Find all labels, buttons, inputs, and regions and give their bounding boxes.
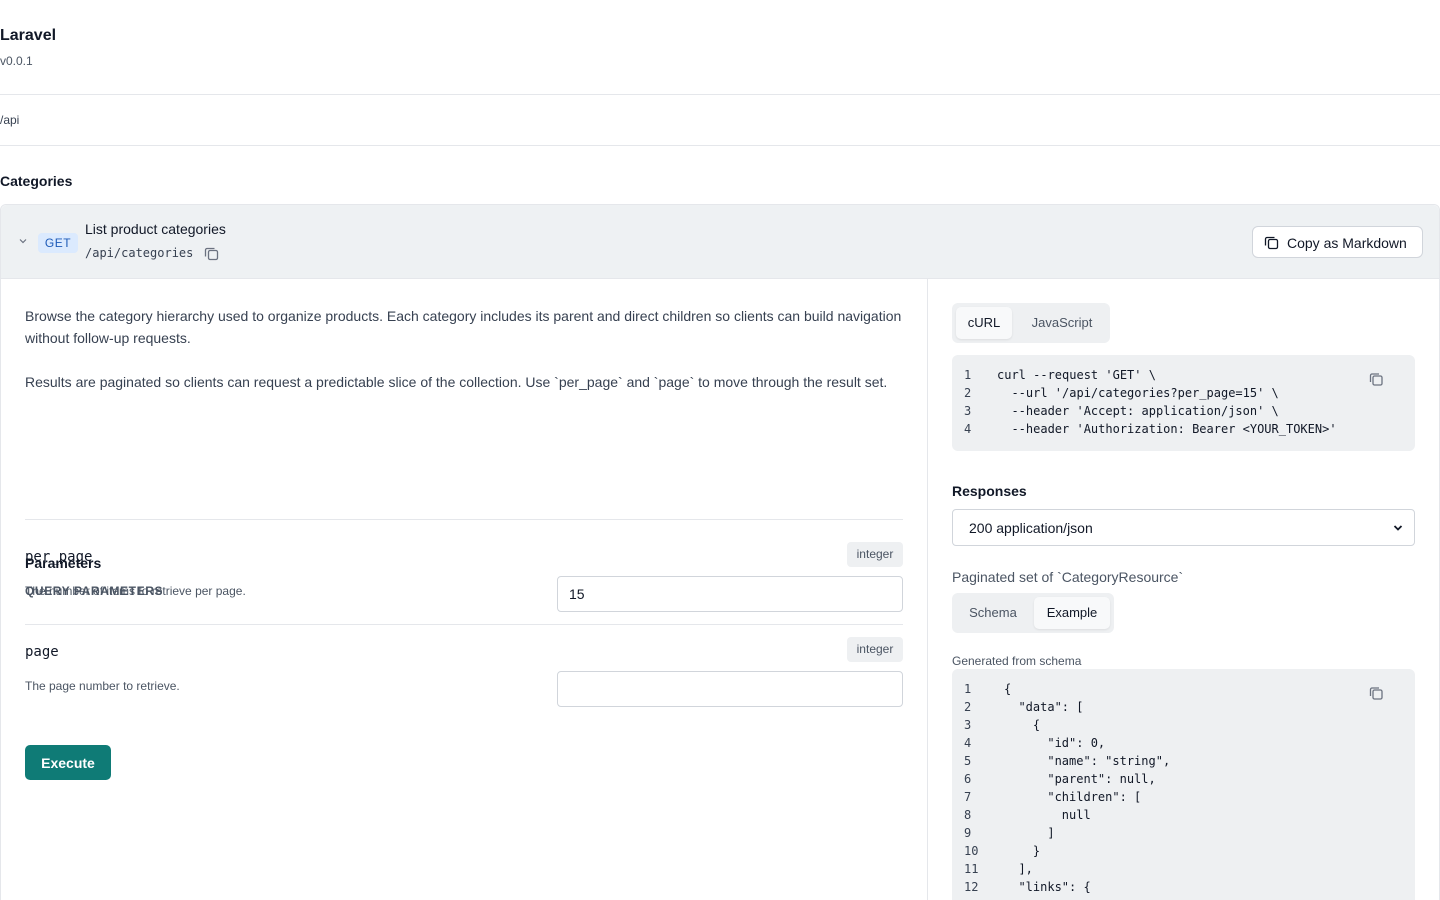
tab-schema[interactable]: Schema (956, 597, 1030, 629)
response-type-select[interactable]: 200 application/json (952, 509, 1415, 546)
code-text: } (1004, 844, 1041, 858)
param-name: page (25, 644, 59, 660)
line-number: 7 (964, 790, 972, 804)
description-paragraph: Browse the category hierarchy used to or… (25, 308, 902, 346)
endpoint-details: Browse the category hierarchy used to or… (1, 279, 928, 900)
code-text: curl --request 'GET' \ (997, 368, 1156, 382)
app-version: v0.0.1 (0, 54, 33, 68)
code-line: 2 "data": [ (952, 698, 1352, 716)
responses-title: Responses (952, 483, 1027, 499)
endpoint-summary: List product categories (85, 221, 226, 237)
line-number: 2 (964, 700, 972, 714)
code-line: 11 ], (952, 860, 1352, 878)
app-header: Laravel v0.0.1 (0, 0, 1440, 95)
copy-as-markdown-label: Copy as Markdown (1287, 235, 1407, 251)
param-type-badge: integer (847, 542, 903, 567)
code-line: 1 curl --request 'GET' \ (952, 366, 1352, 384)
code-line: 2 --url '/api/categories?per_page=15' \ (952, 384, 1352, 402)
line-number: 4 (964, 422, 972, 436)
line-number: 10 (964, 844, 979, 858)
endpoint-card: GET List product categories /api/categor… (0, 204, 1440, 900)
tab-curl[interactable]: cURL (956, 307, 1012, 339)
execute-button[interactable]: Execute (25, 745, 111, 780)
code-text: { (1004, 682, 1012, 696)
copy-icon (1264, 236, 1279, 250)
endpoint-path: /api/categories (85, 246, 194, 260)
chevron-down-icon (1393, 525, 1403, 531)
section-title: Categories (0, 173, 73, 189)
code-line: 1{ (952, 680, 1352, 698)
copy-as-markdown-button[interactable]: Copy as Markdown (1252, 226, 1423, 258)
response-description: Paginated set of `CategoryResource` (952, 569, 1184, 585)
copy-icon[interactable] (1364, 367, 1389, 392)
copy-icon[interactable] (1364, 681, 1389, 706)
line-number: 3 (964, 718, 972, 732)
param-type-badge: integer (847, 637, 903, 662)
code-text: "children": [ (1004, 790, 1142, 804)
line-number: 9 (964, 826, 972, 840)
endpoint-header[interactable]: GET List product categories /api/categor… (1, 205, 1439, 279)
line-number: 2 (964, 386, 972, 400)
line-number: 1 (964, 368, 972, 382)
code-text: --header 'Accept: application/json' \ (997, 404, 1279, 418)
code-text: "name": "string", (1004, 754, 1171, 768)
code-text: "data": [ (1004, 700, 1084, 714)
line-number: 8 (964, 808, 972, 822)
line-number: 5 (964, 754, 972, 768)
code-text: ] (1004, 826, 1055, 840)
param-description: The page number to retrieve. (25, 679, 180, 693)
line-number: 1 (964, 682, 972, 696)
generated-note: Generated from schema (952, 654, 1082, 668)
response-type-value: 200 application/json (969, 520, 1093, 536)
per-page-input[interactable] (557, 576, 903, 612)
code-line: 6 "parent": null, (952, 770, 1352, 788)
code-text: { (1004, 718, 1041, 732)
code-line: 7 "children": [ (952, 788, 1352, 806)
copy-icon[interactable] (203, 245, 220, 262)
description-paragraph: Results are paginated so clients can req… (25, 374, 888, 390)
line-number: 4 (964, 736, 972, 750)
chevron-down-icon[interactable] (17, 235, 29, 247)
line-number: 11 (964, 862, 979, 876)
code-line: 10 } (952, 842, 1352, 860)
code-line: 3 { (952, 716, 1352, 734)
code-line: 5 "name": "string", (952, 752, 1352, 770)
code-text: "parent": null, (1004, 772, 1156, 786)
line-number: 3 (964, 404, 972, 418)
response-code-block: 1{2 "data": [3 {4 "id": 0, 5 "name": "str… (952, 669, 1415, 900)
code-text: --header 'Authorization: Bearer <YOUR_TO… (997, 422, 1337, 436)
response-tabs: Schema Example (952, 593, 1114, 633)
param-name: per_page (25, 549, 93, 565)
divider (25, 519, 903, 520)
request-tabs: cURL JavaScript (952, 303, 1110, 343)
divider (25, 624, 903, 625)
code-text: null (1004, 808, 1091, 822)
code-text: "id": 0, (1004, 736, 1106, 750)
tab-javascript[interactable]: JavaScript (1018, 307, 1106, 339)
app-title: Laravel (0, 27, 57, 44)
code-line: 4 "id": 0, (952, 734, 1352, 752)
line-number: 6 (964, 772, 972, 786)
code-line: 3 --header 'Accept: application/json' \ (952, 402, 1352, 420)
code-line: 12 "links": { (952, 878, 1352, 896)
method-badge: GET (38, 233, 78, 253)
param-description: The number of items to retrieve per page… (25, 584, 246, 598)
code-line: 4 --header 'Authorization: Bearer <YOUR_… (952, 420, 1352, 438)
code-line: 8 null (952, 806, 1352, 824)
code-text: "links": { (1004, 880, 1091, 894)
tab-example[interactable]: Example (1034, 597, 1110, 629)
code-text: ], (1004, 862, 1033, 876)
page-input[interactable] (557, 671, 903, 707)
line-number: 12 (964, 880, 979, 894)
base-path-row: /api (0, 95, 1440, 146)
examples-panel: cURL JavaScript 1 curl --request 'GET' \ 2… (928, 279, 1440, 900)
code-text: --url '/api/categories?per_page=15' \ (997, 386, 1279, 400)
code-line: 9 ] (952, 824, 1352, 842)
request-code-block: 1 curl --request 'GET' \ 2 --url '/api/cat… (952, 355, 1415, 451)
base-path: /api (0, 113, 20, 127)
